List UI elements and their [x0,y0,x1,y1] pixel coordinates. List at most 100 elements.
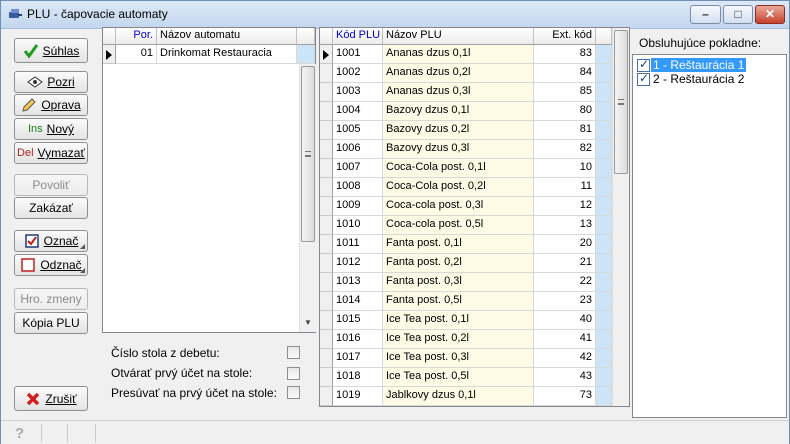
column-header-machine-name[interactable]: Názov automatu [157,28,297,45]
plu-row-ext-code[interactable]: 23 [534,292,596,311]
plu-row-ext-code[interactable]: 41 [534,330,596,349]
scrollbar-thumb[interactable] [614,30,628,174]
machine-row-por[interactable]: 01 [116,45,157,64]
close-button[interactable]: ✕ [755,5,785,24]
kopia-plu-button[interactable]: Kópia PLU [14,312,88,334]
plu-row-name[interactable]: Fanta post. 0,5l [383,292,534,311]
row-indicator[interactable] [320,235,333,254]
plu-row-name[interactable]: Fanta post. 0,3l [383,273,534,292]
row-indicator[interactable] [320,197,333,216]
plu-row-code[interactable]: 1006 [333,140,383,159]
plu-row-name[interactable]: Bazovy dzus 0,1l [383,102,534,121]
scroll-down-arrow-icon[interactable]: ▼ [300,314,316,331]
plu-row-code[interactable]: 1010 [333,216,383,235]
plu-row-ext-code[interactable]: 11 [534,178,596,197]
plu-row-code[interactable]: 1011 [333,235,383,254]
plu-row-name[interactable]: Ice Tea post. 0,2l [383,330,534,349]
plu-row-name[interactable]: Bazovy dzus 0,3l [383,140,534,159]
zakazat-button[interactable]: Zakázať [14,197,88,219]
plu-row-ext-code[interactable]: 22 [534,273,596,292]
oznac-button[interactable]: Označ [14,230,88,252]
plu-row-name[interactable]: Fanta post. 0,1l [383,235,534,254]
plu-row-ext-code[interactable]: 85 [534,83,596,102]
row-indicator[interactable] [320,64,333,83]
row-indicator[interactable] [103,45,116,64]
plu-row-name[interactable]: Coca-cola post. 0,3l [383,197,534,216]
row-indicator[interactable] [320,387,333,406]
help-icon[interactable]: ? [15,425,33,442]
plu-grid[interactable]: Kód PLU Názov PLU Ext. kód 1001 Ananas dz… [319,27,630,407]
plu-row-code[interactable]: 1016 [333,330,383,349]
plu-row-ext-code[interactable]: 13 [534,216,596,235]
zrusit-button[interactable]: Zrušiť [14,386,88,411]
minimize-button[interactable]: – [690,5,721,24]
plu-row-name[interactable]: Jablkovy dzus 0,1l [383,387,534,406]
plu-row-ext-code[interactable]: 12 [534,197,596,216]
plu-row-code[interactable]: 1015 [333,311,383,330]
column-header-plu-code[interactable]: Kód PLU [333,28,383,45]
plu-row-name[interactable]: Jablkovy dzus 0,2l [383,406,534,407]
plu-row-code[interactable]: 1009 [333,197,383,216]
plu-row-ext-code[interactable]: 84 [534,64,596,83]
plu-row-name[interactable]: Coca-Cola post. 0,2l [383,178,534,197]
plu-row-code[interactable]: 1012 [333,254,383,273]
plu-row-code[interactable]: 1019 [333,387,383,406]
suhlas-button[interactable]: Súhlas [14,38,88,63]
scrollbar-thumb[interactable] [301,66,315,242]
hro-zmeny-button[interactable]: Hro. zmeny [14,288,88,310]
novy-button[interactable]: Ins Nový [14,118,88,140]
plu-row-ext-code[interactable]: 73 [534,387,596,406]
option-presuvat-ucet-checkbox[interactable] [287,386,300,399]
plu-row-ext-code[interactable]: 10 [534,159,596,178]
plu-row-ext-code[interactable]: 43 [534,368,596,387]
plu-row-ext-code[interactable]: 82 [534,140,596,159]
plu-row-name[interactable]: Ananas dzus 0,1l [383,45,534,64]
pozri-button[interactable]: Pozri [14,71,88,93]
column-header-por[interactable]: Por. [116,28,157,45]
row-indicator[interactable] [320,140,333,159]
row-indicator[interactable] [320,349,333,368]
option-stol-z-debetu-checkbox[interactable] [287,346,300,359]
plu-row-name[interactable]: Ananas dzus 0,2l [383,64,534,83]
plu-row-code[interactable]: 1003 [333,83,383,102]
plu-row-code[interactable]: 1004 [333,102,383,121]
oprava-button[interactable]: Oprava [14,94,88,116]
plu-row-name[interactable]: Coca-Cola post. 0,1l [383,159,534,178]
plu-row-ext-code[interactable]: 20 [534,235,596,254]
plu-row-ext-code[interactable]: 80 [534,102,596,121]
cash-register-2-checkbox[interactable] [637,71,650,86]
row-indicator[interactable] [320,406,333,407]
odznac-button[interactable]: Odznač [14,254,88,276]
plu-row-ext-code[interactable]: 74 [534,406,596,407]
row-indicator[interactable] [320,216,333,235]
row-indicator[interactable] [320,121,333,140]
column-header-ext-code[interactable]: Ext. kód [534,28,596,45]
plu-row-code[interactable]: 1013 [333,273,383,292]
plu-row-ext-code[interactable]: 81 [534,121,596,140]
machines-grid[interactable]: Por. Názov automatu 01 Drinkomat Restaur… [102,27,316,333]
plu-row-code[interactable]: 1018 [333,368,383,387]
row-indicator[interactable] [320,45,333,64]
plu-row-name[interactable]: Coca-cola post. 0,5l [383,216,534,235]
plu-row-code[interactable]: 1002 [333,64,383,83]
plu-scrollbar[interactable] [612,28,629,406]
row-indicator[interactable] [320,292,333,311]
row-indicator[interactable] [320,254,333,273]
plu-row-name[interactable]: Ice Tea post. 0,3l [383,349,534,368]
maximize-button[interactable]: □ [723,5,753,24]
row-indicator[interactable] [320,83,333,102]
plu-row-code[interactable]: 1008 [333,178,383,197]
row-indicator[interactable] [320,273,333,292]
plu-row-name[interactable]: Ice Tea post. 0,5l [383,368,534,387]
row-indicator[interactable] [320,178,333,197]
vymazat-button[interactable]: Del Vymazať [14,142,88,164]
column-header-plu-name[interactable]: Názov PLU [383,28,534,45]
plu-row-name[interactable]: Ice Tea post. 0,1l [383,311,534,330]
plu-row-ext-code[interactable]: 42 [534,349,596,368]
plu-row-ext-code[interactable]: 21 [534,254,596,273]
row-indicator[interactable] [320,311,333,330]
plu-row-name[interactable]: Ananas dzus 0,3l [383,83,534,102]
row-indicator[interactable] [320,368,333,387]
plu-row-code[interactable]: 1007 [333,159,383,178]
row-indicator[interactable] [320,159,333,178]
